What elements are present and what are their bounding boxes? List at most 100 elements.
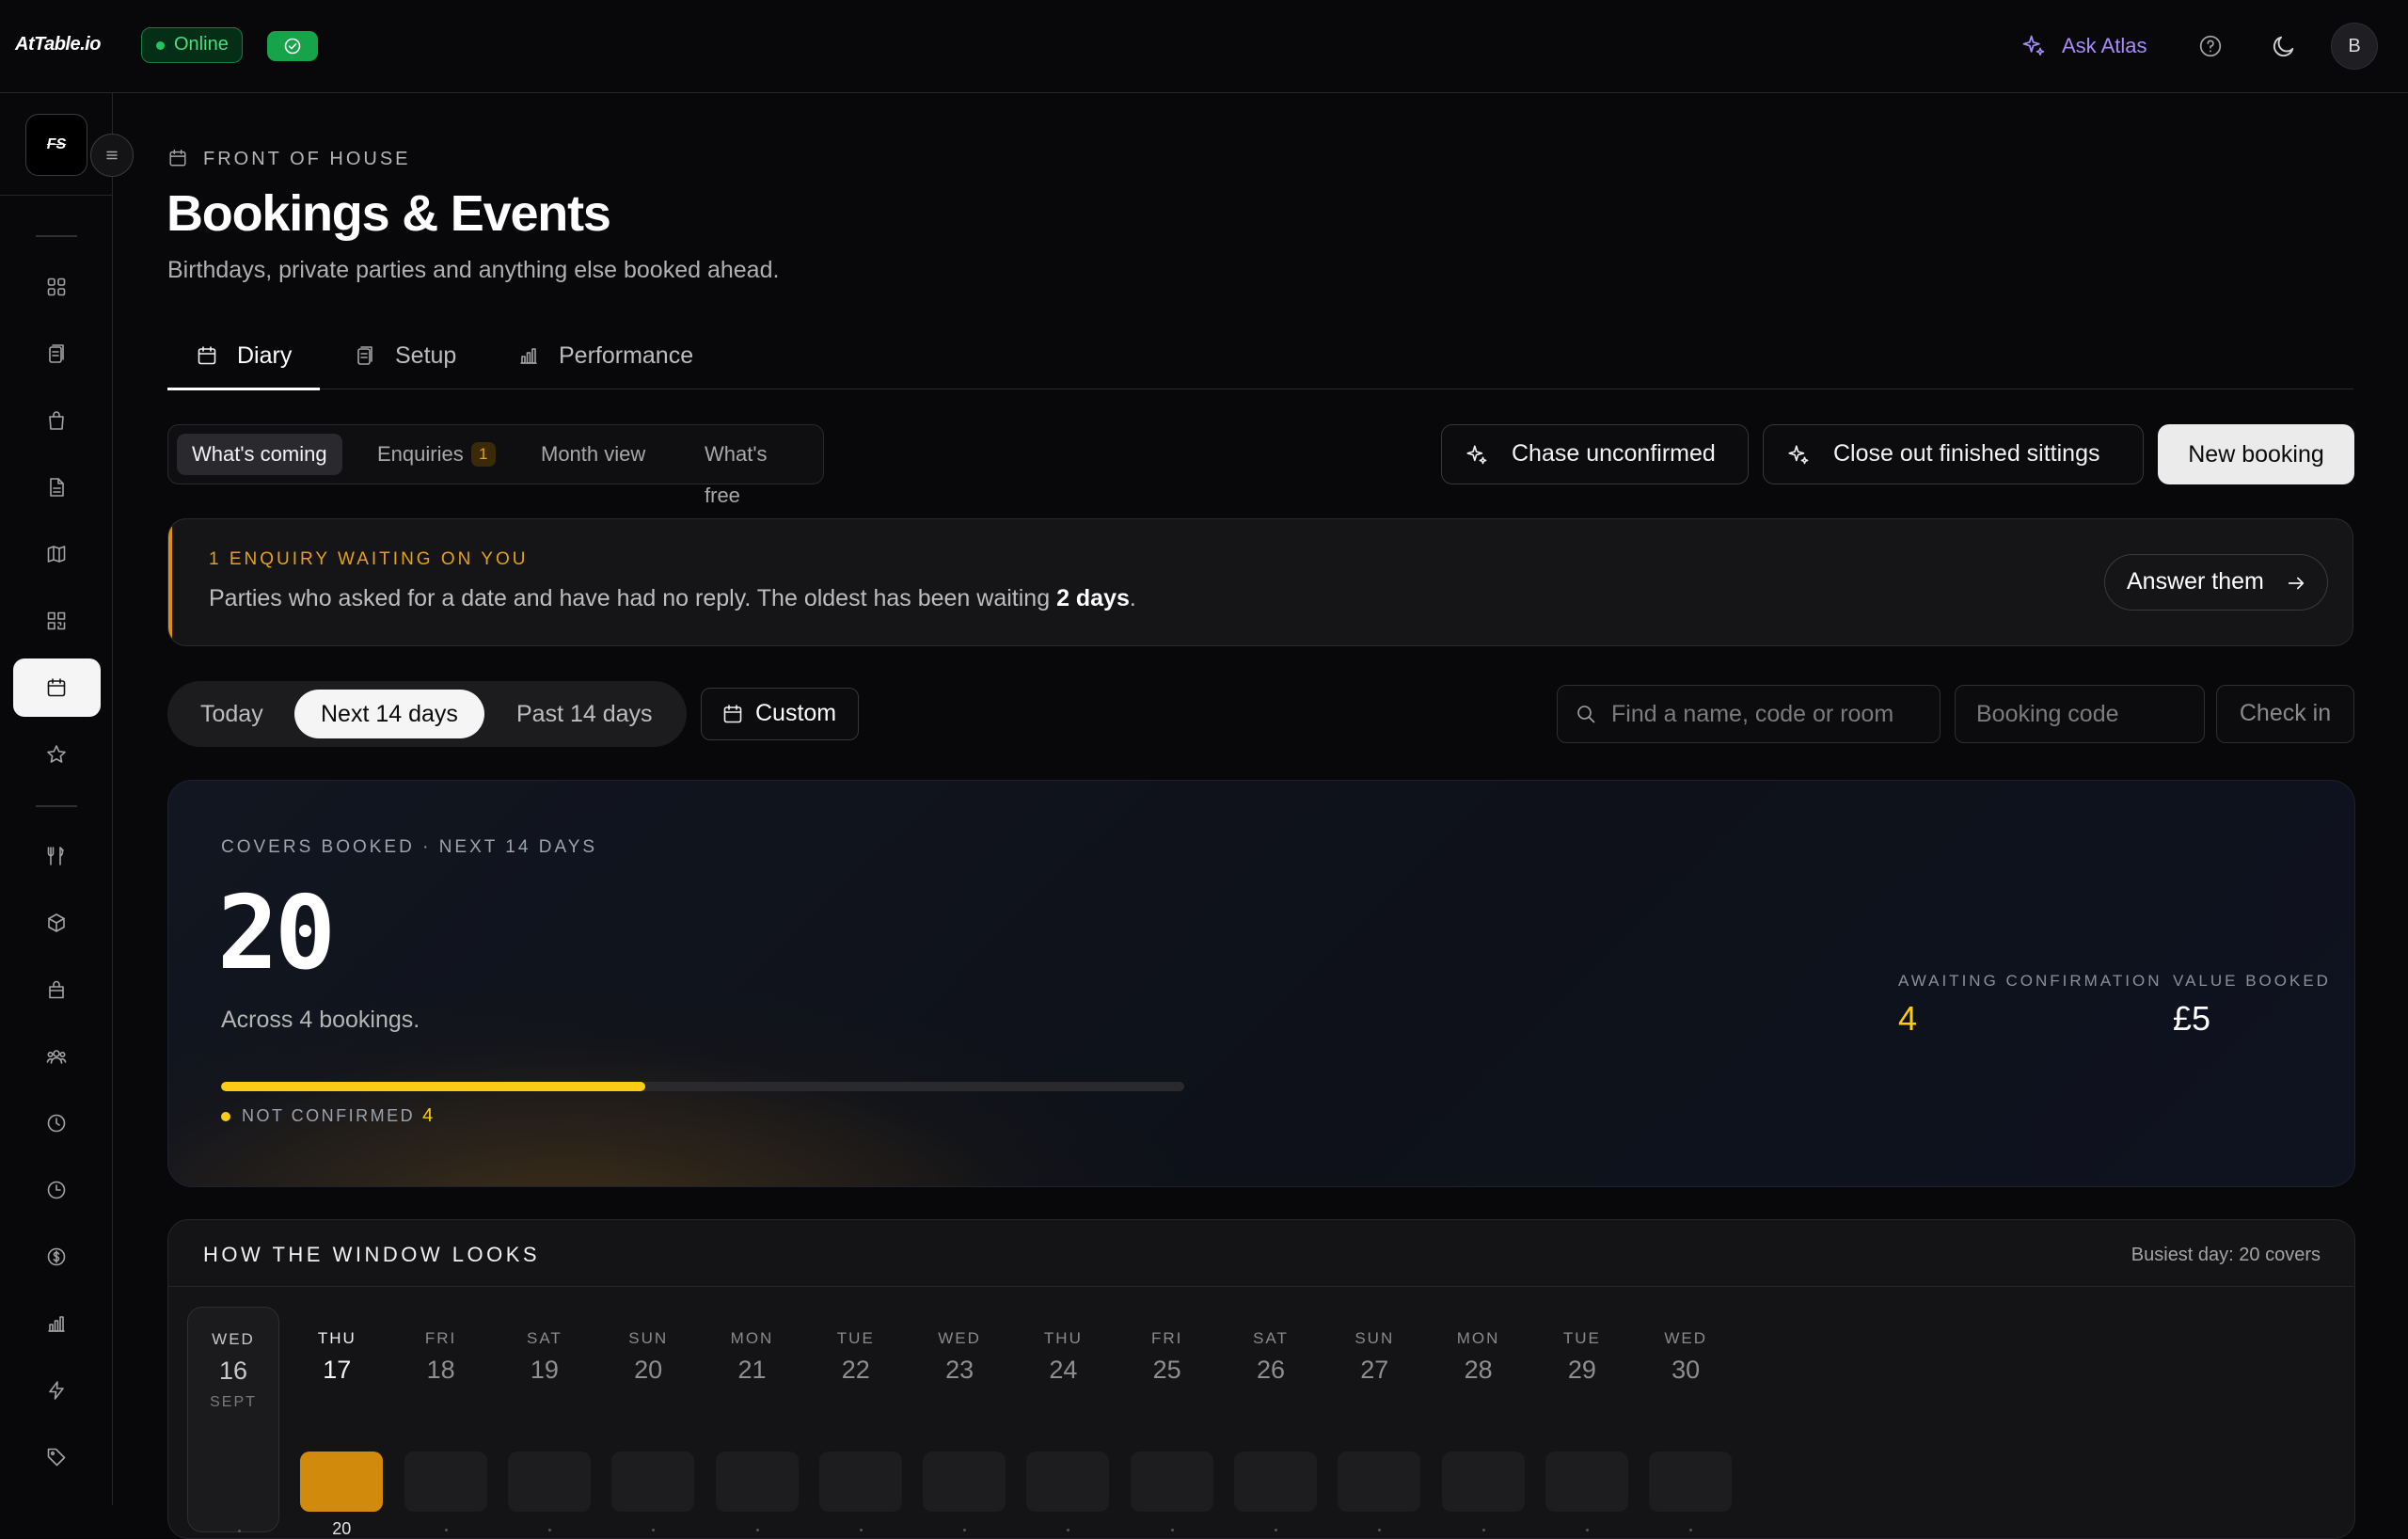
sidebar-item-reports[interactable] [13, 1294, 101, 1353]
tab-performance[interactable]: Performance [517, 335, 693, 389]
day-covers-bar[interactable] [1545, 1452, 1628, 1512]
segment-whats-coming[interactable]: What's coming [177, 434, 342, 475]
day-covers-bar[interactable] [404, 1452, 487, 1512]
sidebar-collapse-button[interactable] [90, 134, 134, 177]
day-covers-bar[interactable] [1234, 1452, 1317, 1512]
day-covers-bar[interactable] [923, 1452, 1006, 1512]
day-column[interactable]: TUE 22 [810, 1307, 902, 1532]
window-divider [168, 1286, 2354, 1287]
sidebar-item-dashboard[interactable] [13, 258, 101, 316]
chase-unconfirmed-button[interactable]: Chase unconfirmed [1441, 424, 1749, 484]
search-input[interactable] [1611, 686, 1940, 742]
brand-logo[interactable]: FS [25, 114, 87, 176]
day-number: 21 [737, 1356, 767, 1384]
sidebar-item-stock[interactable] [13, 894, 101, 952]
tag-icon [47, 1448, 66, 1467]
segment-month-view[interactable]: Month view [526, 434, 660, 475]
page-eyebrow: FRONT OF HOUSE [167, 149, 411, 170]
day-column[interactable]: SAT 26 [1225, 1307, 1317, 1532]
clock-icon [47, 1114, 66, 1133]
sidebar-item-timesheets[interactable] [13, 1161, 101, 1219]
sidebar-item-purchasing[interactable] [13, 960, 101, 1019]
range-next-14-days[interactable]: Next 14 days [294, 690, 484, 738]
sidebar-divider [36, 235, 77, 237]
day-number: 28 [1464, 1356, 1493, 1384]
sidebar-item-staff[interactable] [13, 1027, 101, 1086]
day-column[interactable]: WED 16 SEPT [187, 1307, 279, 1532]
sidebar-item-qr-codes[interactable] [13, 592, 101, 650]
tab-diary[interactable]: Diary [166, 335, 321, 390]
user-avatar[interactable]: B [2331, 23, 2378, 70]
booking-code-input[interactable] [1976, 686, 2204, 742]
segment-whats-free[interactable]: What's free [689, 434, 823, 507]
day-column[interactable]: WED 30 [1640, 1307, 1733, 1532]
segment-enquiries[interactable]: Enquiries 1 [362, 434, 511, 475]
menu-icon [106, 151, 118, 160]
day-weekday: MON [730, 1329, 774, 1347]
custom-range-label: Custom [755, 700, 837, 726]
sidebar-divider [0, 195, 113, 196]
custom-range-button[interactable]: Custom [701, 688, 859, 740]
day-covers-bar[interactable] [818, 1452, 902, 1512]
tab-setup[interactable]: Setup [354, 335, 456, 389]
sidebar-item-reviews[interactable] [13, 725, 101, 784]
day-column[interactable]: MON 21 [706, 1307, 799, 1532]
day-covers-bar[interactable] [1026, 1452, 1110, 1512]
help-icon[interactable] [2198, 34, 2223, 58]
day-covers-bar[interactable] [1441, 1452, 1525, 1512]
range-today[interactable]: Today [174, 690, 290, 738]
day-covers-bar[interactable] [300, 1452, 384, 1512]
ask-atlas-button[interactable]: Ask Atlas [2020, 30, 2147, 62]
dark-mode-icon[interactable] [2271, 33, 2297, 59]
sidebar-item-shop[interactable] [13, 391, 101, 450]
tab-performance-label: Performance [559, 342, 694, 369]
sync-status-button[interactable] [267, 31, 318, 61]
day-column[interactable]: THU 17 20 [291, 1307, 384, 1538]
day-column[interactable]: SUN 20 [602, 1307, 695, 1532]
check-in-button[interactable]: Check in [2216, 685, 2354, 743]
day-covers-bar[interactable] [1338, 1452, 1421, 1512]
clipboard-icon [49, 344, 64, 363]
bar-chart-icon [520, 348, 537, 364]
box-icon [48, 913, 65, 932]
arrow-right-icon [2288, 577, 2305, 590]
range-past-14-days[interactable]: Past 14 days [490, 690, 679, 738]
day-empty-marker [1067, 1529, 1070, 1531]
page-tabs: Diary Setup Performance [166, 335, 2353, 390]
day-covers-bar[interactable] [1130, 1452, 1213, 1512]
day-covers-count: 20 [332, 1519, 352, 1538]
new-booking-button[interactable]: New booking [2158, 424, 2354, 484]
day-covers-bar[interactable] [715, 1452, 799, 1512]
sidebar-item-orders[interactable] [13, 325, 101, 383]
map-icon [47, 546, 66, 563]
sidebar-item-rota[interactable] [13, 1094, 101, 1152]
day-covers-bar[interactable] [611, 1452, 695, 1512]
value-booked-value: £5 [2173, 999, 2211, 1038]
day-covers-bar[interactable] [507, 1452, 591, 1512]
close-out-sittings-button[interactable]: Close out finished sittings [1763, 424, 2144, 484]
day-column[interactable]: TUE 29 [1536, 1307, 1628, 1532]
day-column[interactable]: FRI 18 [395, 1307, 487, 1532]
day-column[interactable]: SAT 19 [499, 1307, 591, 1532]
day-column[interactable]: THU 24 [1017, 1307, 1110, 1532]
sidebar-item-floorplan[interactable] [13, 525, 101, 583]
sidebar-item-promotions[interactable] [13, 1428, 101, 1486]
value-booked-label: VALUE BOOKED [2173, 972, 2331, 990]
sidebar: FS [0, 93, 113, 1505]
day-weekday: FRI [424, 1329, 457, 1347]
sidebar-item-bookings[interactable] [13, 658, 101, 717]
answer-them-button[interactable]: Answer them [2104, 554, 2328, 611]
sidebar-item-documents[interactable] [13, 458, 101, 516]
day-covers-bar[interactable] [1649, 1452, 1733, 1512]
sidebar-item-menu[interactable] [13, 827, 101, 885]
day-weekday: FRI [1150, 1329, 1183, 1347]
sidebar-item-automations[interactable] [13, 1361, 101, 1420]
day-column[interactable]: FRI 25 [1121, 1307, 1213, 1532]
enquiry-alert: 1 ENQUIRY WAITING ON YOU Parties who ask… [167, 518, 2353, 646]
day-column[interactable]: MON 28 [1433, 1307, 1525, 1532]
day-column[interactable]: SUN 27 [1328, 1307, 1421, 1532]
day-column[interactable]: WED 23 [913, 1307, 1006, 1532]
app-logo[interactable]: AtTable.io [15, 34, 101, 56]
sidebar-item-finance[interactable] [13, 1228, 101, 1286]
covers-summary-card: COVERS BOOKED · NEXT 14 DAYS 20 Across 4… [167, 780, 2355, 1187]
